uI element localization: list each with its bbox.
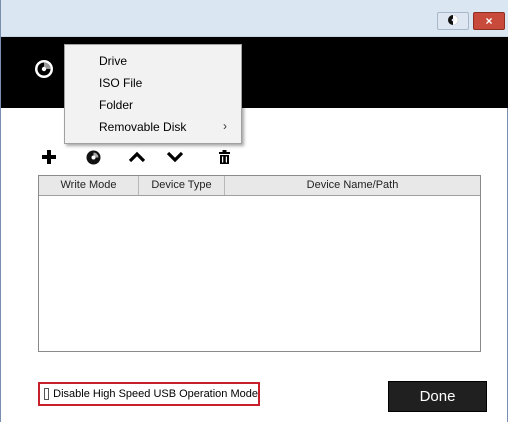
menu-item-drive[interactable]: Drive (99, 54, 127, 68)
disc-icon[interactable] (84, 148, 102, 166)
chevron-down-icon[interactable] (166, 148, 184, 166)
app-window: × Drive ISO File Folder Removable Disk › (0, 0, 508, 422)
usb-speed-option[interactable]: Disable High Speed USB Operation Mode (38, 382, 260, 406)
title-bar: × (1, 0, 508, 37)
trash-icon[interactable] (217, 148, 231, 166)
close-icon: × (485, 14, 493, 28)
column-header-write-mode[interactable]: Write Mode (39, 176, 139, 195)
column-header-device-type[interactable]: Device Type (139, 176, 225, 195)
done-button[interactable]: Done (388, 381, 487, 412)
disc-toggle-icon (446, 14, 460, 29)
menu-item-removable-disk[interactable]: Removable Disk (99, 120, 186, 134)
close-button[interactable]: × (473, 12, 505, 30)
plus-icon[interactable] (41, 148, 57, 166)
checkbox-label: Disable High Speed USB Operation Mode (53, 388, 258, 400)
table-header: Write Mode Device Type Device Name/Path (39, 176, 480, 196)
column-header-device-name-path[interactable]: Device Name/Path (225, 176, 480, 195)
disable-high-speed-checkbox[interactable] (44, 388, 50, 400)
device-table[interactable]: Write Mode Device Type Device Name/Path (38, 175, 481, 352)
disc-toggle-button[interactable] (437, 12, 469, 30)
source-dropdown-menu: Drive ISO File Folder Removable Disk › (64, 44, 242, 144)
menu-item-folder[interactable]: Folder (99, 98, 133, 112)
submenu-arrow-icon: › (223, 119, 227, 133)
chevron-up-icon[interactable] (128, 148, 146, 166)
disc-icon (33, 58, 55, 83)
menu-item-iso-file[interactable]: ISO File (99, 76, 142, 90)
